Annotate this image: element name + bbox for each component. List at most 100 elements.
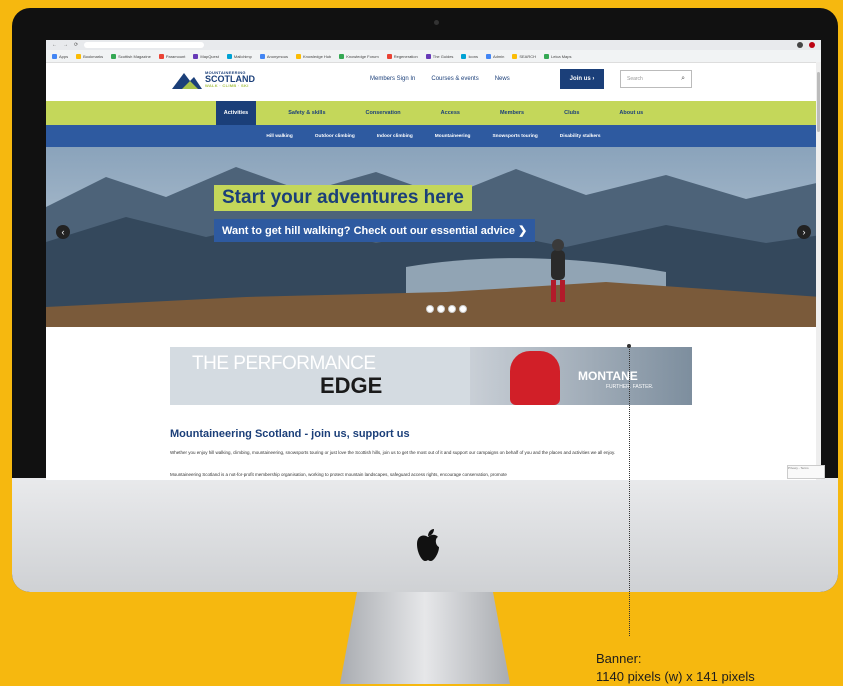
hero-title: Start your adventures here <box>214 185 472 211</box>
bookmark-favicon-icon <box>76 53 82 59</box>
reload-icon[interactable]: ⟳ <box>74 42 78 48</box>
nav-access[interactable]: Access <box>433 101 468 125</box>
bookmark-label: Paramount <box>165 53 186 59</box>
subnav-hill-walking[interactable]: Hill walking <box>266 134 292 139</box>
bookmark-favicon-icon <box>158 53 164 59</box>
bookmark-favicon-icon <box>512 53 518 59</box>
page-scrollbar[interactable] <box>816 62 821 480</box>
subnav-snowsports-touring[interactable]: Snowsports touring <box>492 134 537 139</box>
bookmark-item[interactable]: Mailchimp <box>226 53 252 59</box>
bookmark-favicon-icon <box>425 53 431 59</box>
imac-stand <box>340 592 510 684</box>
profile-icon[interactable] <box>809 42 815 48</box>
bookmark-label: Mailchimp <box>233 53 252 59</box>
banner-line2: EDGE <box>320 373 383 398</box>
subnav-mountaineering[interactable]: Mountaineering <box>435 134 471 139</box>
members-sign-in-link[interactable]: Members Sign In <box>370 76 415 82</box>
subnav-outdoor-climbing[interactable]: Outdoor climbing <box>315 134 355 139</box>
search-input[interactable]: Search ⌕ <box>620 70 692 88</box>
bookmark-item[interactable]: Leica Maps <box>544 53 571 59</box>
guide-dot <box>627 344 631 348</box>
carousel-prev-icon[interactable]: ‹ <box>56 225 70 239</box>
bookmark-item[interactable]: Regeneration <box>386 53 418 59</box>
bookmark-label: The Guides <box>432 53 454 59</box>
bookmark-label: Admin <box>493 53 505 59</box>
news-link[interactable]: News <box>495 76 510 82</box>
courses-events-link[interactable]: Courses & events <box>431 76 478 82</box>
apple-logo-icon <box>417 529 439 561</box>
bookmark-item[interactable]: Apps <box>52 53 69 59</box>
bookmark-item[interactable]: Anonymous <box>259 53 288 59</box>
search-icon[interactable]: ⌕ <box>681 75 685 83</box>
bookmark-label: Anonymous <box>266 53 288 59</box>
sub-nav: Hill walking Outdoor climbing Indoor cli… <box>46 125 821 147</box>
extension-icon[interactable] <box>797 42 803 48</box>
bookmark-item[interactable]: Bookmarks <box>76 53 104 59</box>
bookmark-favicon-icon <box>226 53 232 59</box>
nav-activities[interactable]: Activities <box>215 101 257 125</box>
banner-line1: THE PERFORMANCE <box>192 353 376 374</box>
nav-conservation[interactable]: Conservation <box>358 101 409 125</box>
bookmark-favicon-icon <box>111 53 117 59</box>
bookmark-label: Knowledge Forum <box>346 53 379 59</box>
bookmark-item[interactable]: The Guides <box>425 53 454 59</box>
bookmark-label: MapQuest <box>200 53 219 59</box>
nav-about-us[interactable]: About us <box>611 101 651 125</box>
site-logo[interactable]: MOUNTAINEERING SCOTLAND WALK · CLIMB · S… <box>172 69 255 89</box>
hero-cta-link[interactable]: Want to get hill walking? Check out our … <box>214 219 536 242</box>
intro-paragraph: Whether you enjoy hill walking, climbing… <box>170 450 616 455</box>
browser-toolbar: ← → ⟳ <box>46 40 821 50</box>
scrollbar-thumb[interactable] <box>817 72 820 132</box>
intro-paragraph-2: Mountaineering Scotland is a not-for-pro… <box>170 472 507 477</box>
dimension-guide-line <box>629 346 630 636</box>
advert-banner[interactable]: THE PERFORMANCE EDGE MONTANE FURTHER. FA… <box>170 347 692 405</box>
bookmark-label: SEARCH <box>519 53 537 59</box>
bookmark-favicon-icon <box>461 53 467 59</box>
bookmark-item[interactable]: Scottish Magazine <box>111 53 151 59</box>
main-nav: Activities Safety & skills Conservation … <box>46 101 821 125</box>
bookmark-label: Icons <box>468 53 478 59</box>
bookmark-favicon-icon <box>386 53 392 59</box>
bookmark-item[interactable]: MapQuest <box>193 53 219 59</box>
bookmark-item[interactable]: Knowledge Forum <box>339 53 379 59</box>
bookmark-item[interactable]: Knowledge Hub <box>296 53 332 59</box>
carousel-next-icon[interactable]: › <box>797 225 811 239</box>
bookmark-item[interactable]: Icons <box>461 53 478 59</box>
section-title: Mountaineering Scotland - join us, suppo… <box>170 428 410 440</box>
mountain-logo-icon <box>172 73 202 89</box>
nav-members[interactable]: Members <box>492 101 532 125</box>
bookmark-favicon-icon <box>52 53 57 59</box>
bookmark-label: Scottish Magazine <box>118 53 151 59</box>
bookmarks-bar: Apps Bookmarks Scottish Magazine Paramount M… <box>46 50 821 63</box>
subnav-disability[interactable]: Disability stalkers <box>560 134 601 139</box>
bookmark-label: Bookmarks <box>83 53 104 59</box>
recaptcha-badge: Privacy - Terms <box>787 465 825 479</box>
browser-screen: ← → ⟳ Apps Bookmarks Scottish Magazine Para… <box>46 40 821 480</box>
carousel-dot[interactable] <box>448 305 456 313</box>
bookmark-favicon-icon <box>486 53 491 59</box>
bookmark-label: Apps <box>59 53 69 59</box>
bookmark-favicon-icon <box>544 53 550 59</box>
bookmark-item[interactable]: Paramount <box>158 53 186 59</box>
annotation-dimensions: 1140 pixels (w) x 141 pixels <box>596 669 755 684</box>
subnav-indoor-climbing[interactable]: Indoor climbing <box>377 134 413 139</box>
join-us-button[interactable]: Join us › <box>560 69 604 89</box>
nav-clubs[interactable]: Clubs <box>556 101 587 125</box>
annotation-label: Banner: <box>596 651 642 666</box>
site-header: MOUNTAINEERING SCOTLAND WALK · CLIMB · S… <box>46 63 821 101</box>
climber-image <box>510 351 560 405</box>
back-icon[interactable]: ← <box>52 42 57 48</box>
bookmark-label: Knowledge Hub <box>303 53 332 59</box>
bookmark-favicon-icon <box>259 53 265 59</box>
bookmark-favicon-icon <box>296 53 301 59</box>
nav-safety-skills[interactable]: Safety & skills <box>280 101 333 125</box>
hero-carousel: Start your adventures here Want to get h… <box>46 147 821 327</box>
carousel-dot[interactable] <box>437 305 445 313</box>
carousel-dot[interactable] <box>459 305 467 313</box>
bookmark-item[interactable]: Admin <box>486 53 505 59</box>
carousel-dot[interactable] <box>426 305 434 313</box>
address-bar[interactable] <box>84 42 205 48</box>
banner-right-panel: MONTANE FURTHER. FASTER. <box>470 347 692 405</box>
forward-icon[interactable]: → <box>63 42 68 48</box>
bookmark-item[interactable]: SEARCH <box>512 53 537 59</box>
